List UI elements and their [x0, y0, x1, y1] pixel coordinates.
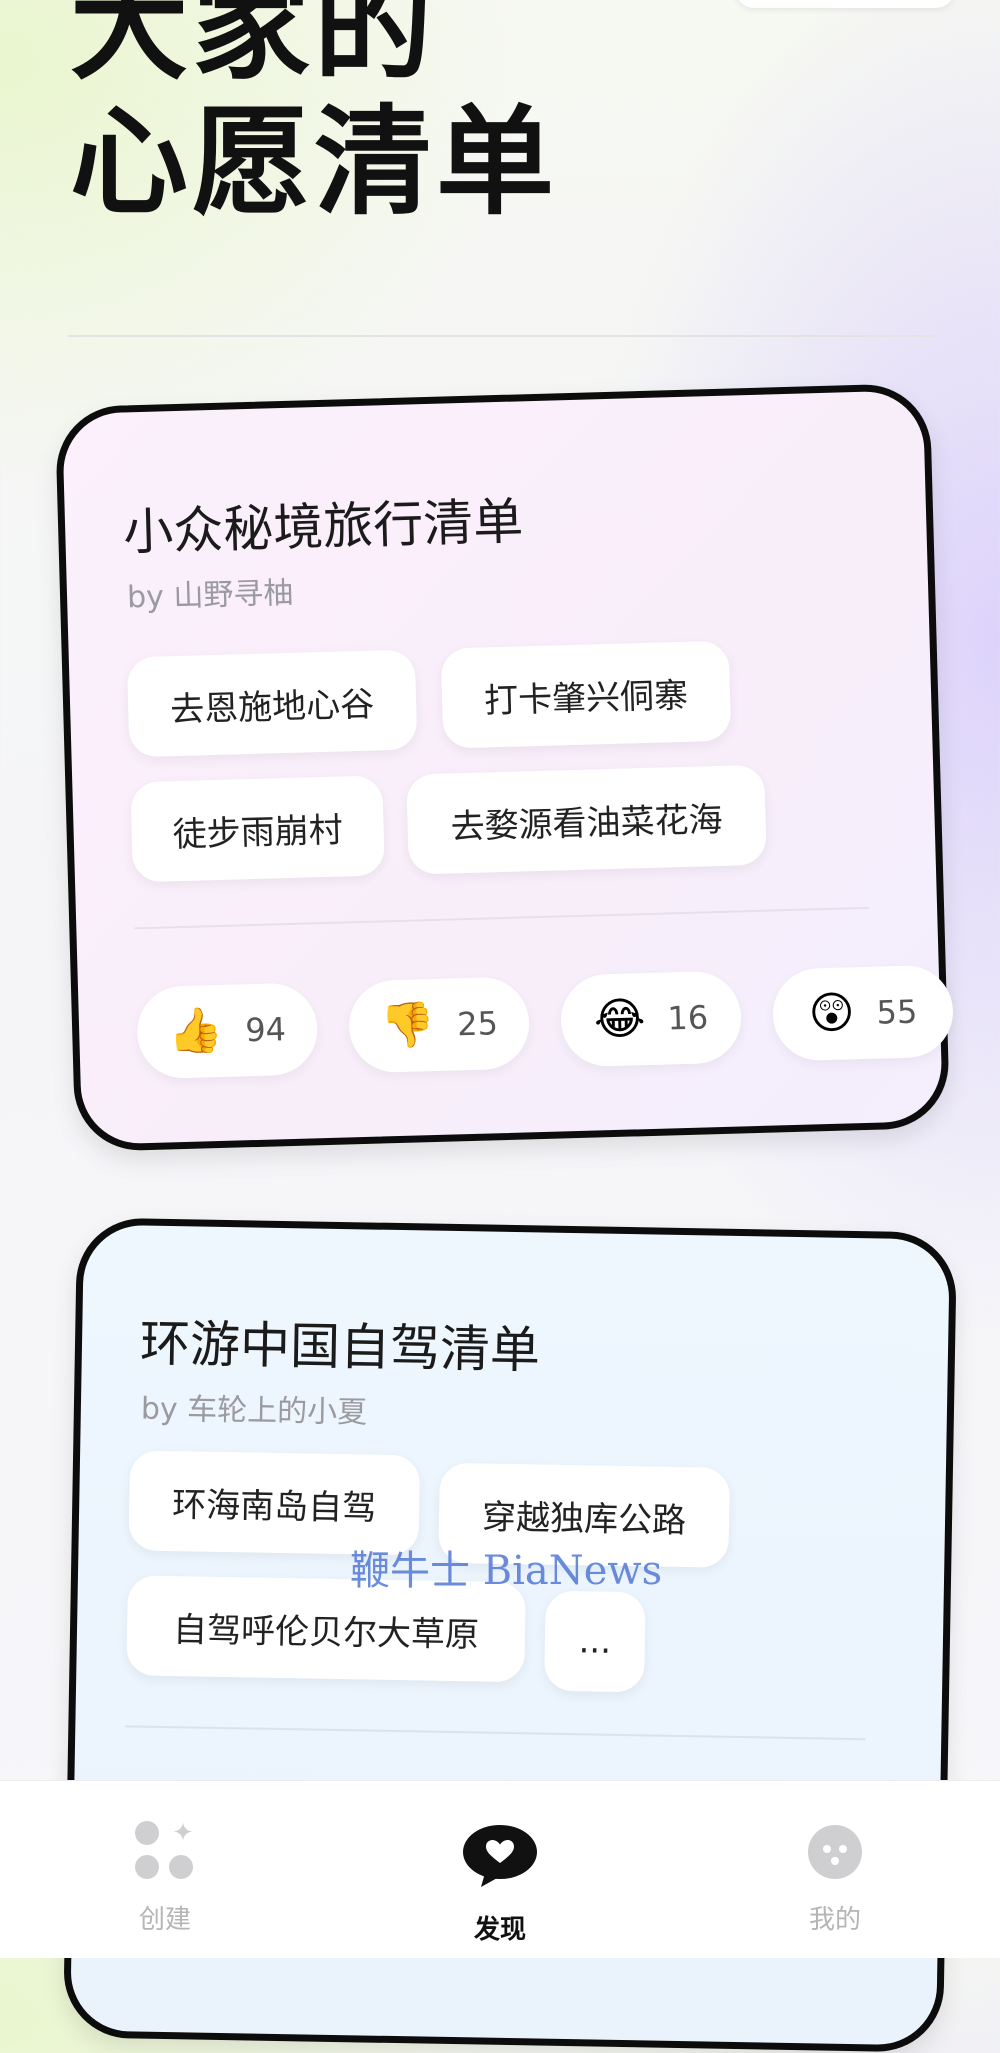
wish-tag[interactable]: 去恩施地心谷	[126, 649, 418, 758]
nav-discover[interactable]: 发现	[400, 1781, 600, 1958]
nav-mine[interactable]: 我的	[735, 1781, 935, 1958]
reaction-laughing-button[interactable]: 😂 16	[559, 970, 743, 1068]
page-title: 大家的 心愿清单	[70, 0, 558, 230]
reaction-thumbs-up-button[interactable]: 👍 94	[135, 982, 319, 1080]
thumbs-up-icon: 👍	[167, 1004, 224, 1058]
reaction-thumbs-down-button[interactable]: 👎 25	[347, 976, 531, 1074]
watermark: 鞭牛士 BiaNews	[350, 1548, 663, 1594]
create-dots-icon: ✦	[135, 1820, 195, 1881]
wish-tag[interactable]: 打卡肇兴侗寨	[440, 640, 732, 749]
card-divider	[134, 906, 870, 930]
card-divider	[125, 1725, 866, 1741]
header-divider	[68, 335, 934, 337]
reaction-count: 94	[244, 1010, 287, 1050]
thumbs-down-icon: 👎	[379, 998, 436, 1052]
reaction-surprised-button[interactable]: 😲 55	[771, 964, 955, 1062]
card-title: 环游中国自驾清单	[139, 1314, 541, 1380]
wish-tag[interactable]: 去婺源看油菜花海	[406, 764, 767, 875]
surprised-face-icon: 😲	[807, 987, 856, 1040]
card-author: by 车轮上的小夏	[140, 1391, 368, 1431]
nav-discover-label: 发现	[473, 1915, 526, 1945]
reaction-count: 25	[456, 1004, 499, 1044]
heart-bubble-icon	[463, 1825, 537, 1887]
page-title-line1: 大家的	[70, 0, 437, 96]
laughing-face-icon: 😂	[593, 993, 647, 1046]
wishlist-card[interactable]: 小众秘境旅行清单 by 山野寻柚 去恩施地心谷 打卡肇兴侗寨 徒步雨崩村 去婺源…	[54, 382, 955, 1153]
more-tags-button[interactable]: ...	[544, 1590, 646, 1693]
nav-create[interactable]: ✦ 创建	[65, 1781, 265, 1958]
reaction-count: 55	[876, 992, 918, 1032]
page-title-line2: 心愿清单	[70, 93, 559, 231]
wish-tag[interactable]: 徒步雨崩村	[130, 775, 385, 883]
reaction-count: 16	[666, 998, 709, 1038]
face-icon	[808, 1825, 862, 1879]
bottom-nav: ✦ 创建 发现 我的	[0, 1780, 1000, 1958]
nav-create-label: 创建	[138, 1905, 191, 1935]
top-action-pill[interactable]	[735, 0, 955, 8]
card-author: by 山野寻柚	[126, 575, 294, 616]
nav-mine-label: 我的	[808, 1905, 861, 1935]
card-title: 小众秘境旅行清单	[122, 492, 524, 562]
